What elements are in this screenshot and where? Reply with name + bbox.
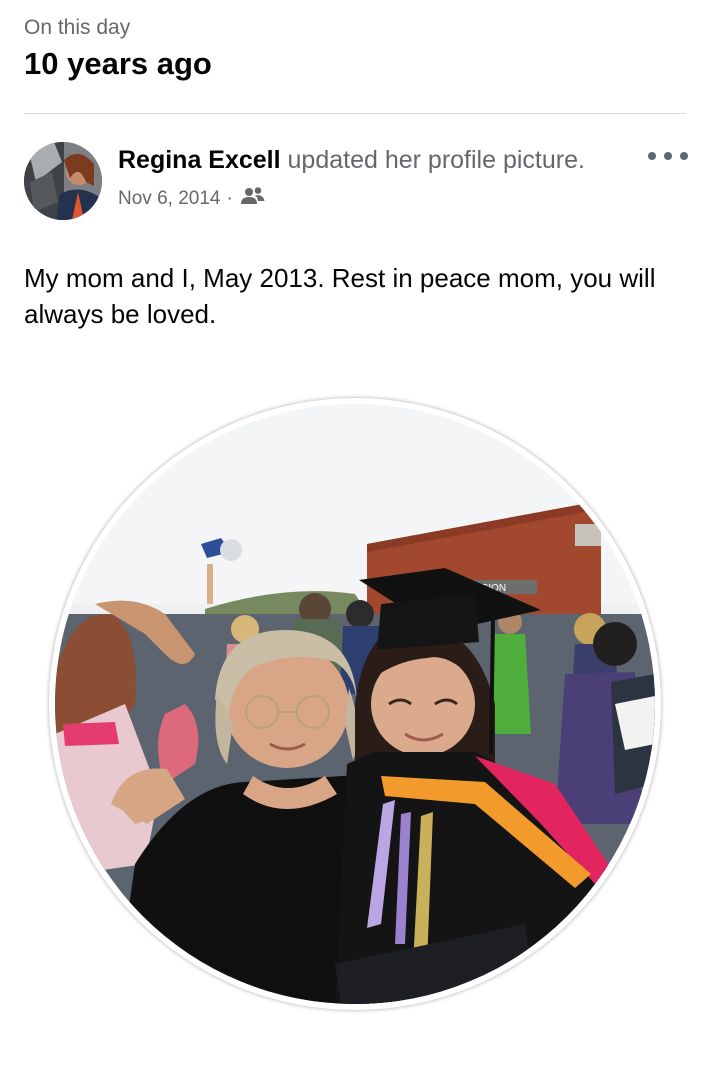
more-options-icon[interactable] [648, 144, 688, 168]
post-caption: My mom and I, May 2013. Rest in peace mo… [24, 263, 656, 329]
author-block: Regina Excell updated her profile pictur… [118, 144, 618, 212]
meta-separator: · [226, 188, 233, 209]
profile-photo: PASION [55, 404, 655, 1004]
memory-kicker: On this day [24, 16, 131, 39]
author-name[interactable]: Regina Excell [118, 146, 281, 174]
author-line: Regina Excell updated her profile pictur… [118, 144, 618, 176]
post-date[interactable]: Nov 6, 2014 [118, 188, 220, 210]
avatar-image [24, 142, 102, 220]
profile-photo-frame[interactable]: PASION [49, 398, 661, 1010]
memory-title: 10 years ago [24, 46, 212, 81]
friends-icon[interactable] [240, 186, 265, 212]
author-action: updated her profile picture. [280, 146, 585, 174]
memory-header: On this day 10 years ago [24, 14, 212, 84]
post-meta: Nov 6, 2014 · [118, 186, 618, 212]
header-divider [24, 113, 686, 114]
author-avatar[interactable] [24, 142, 102, 220]
